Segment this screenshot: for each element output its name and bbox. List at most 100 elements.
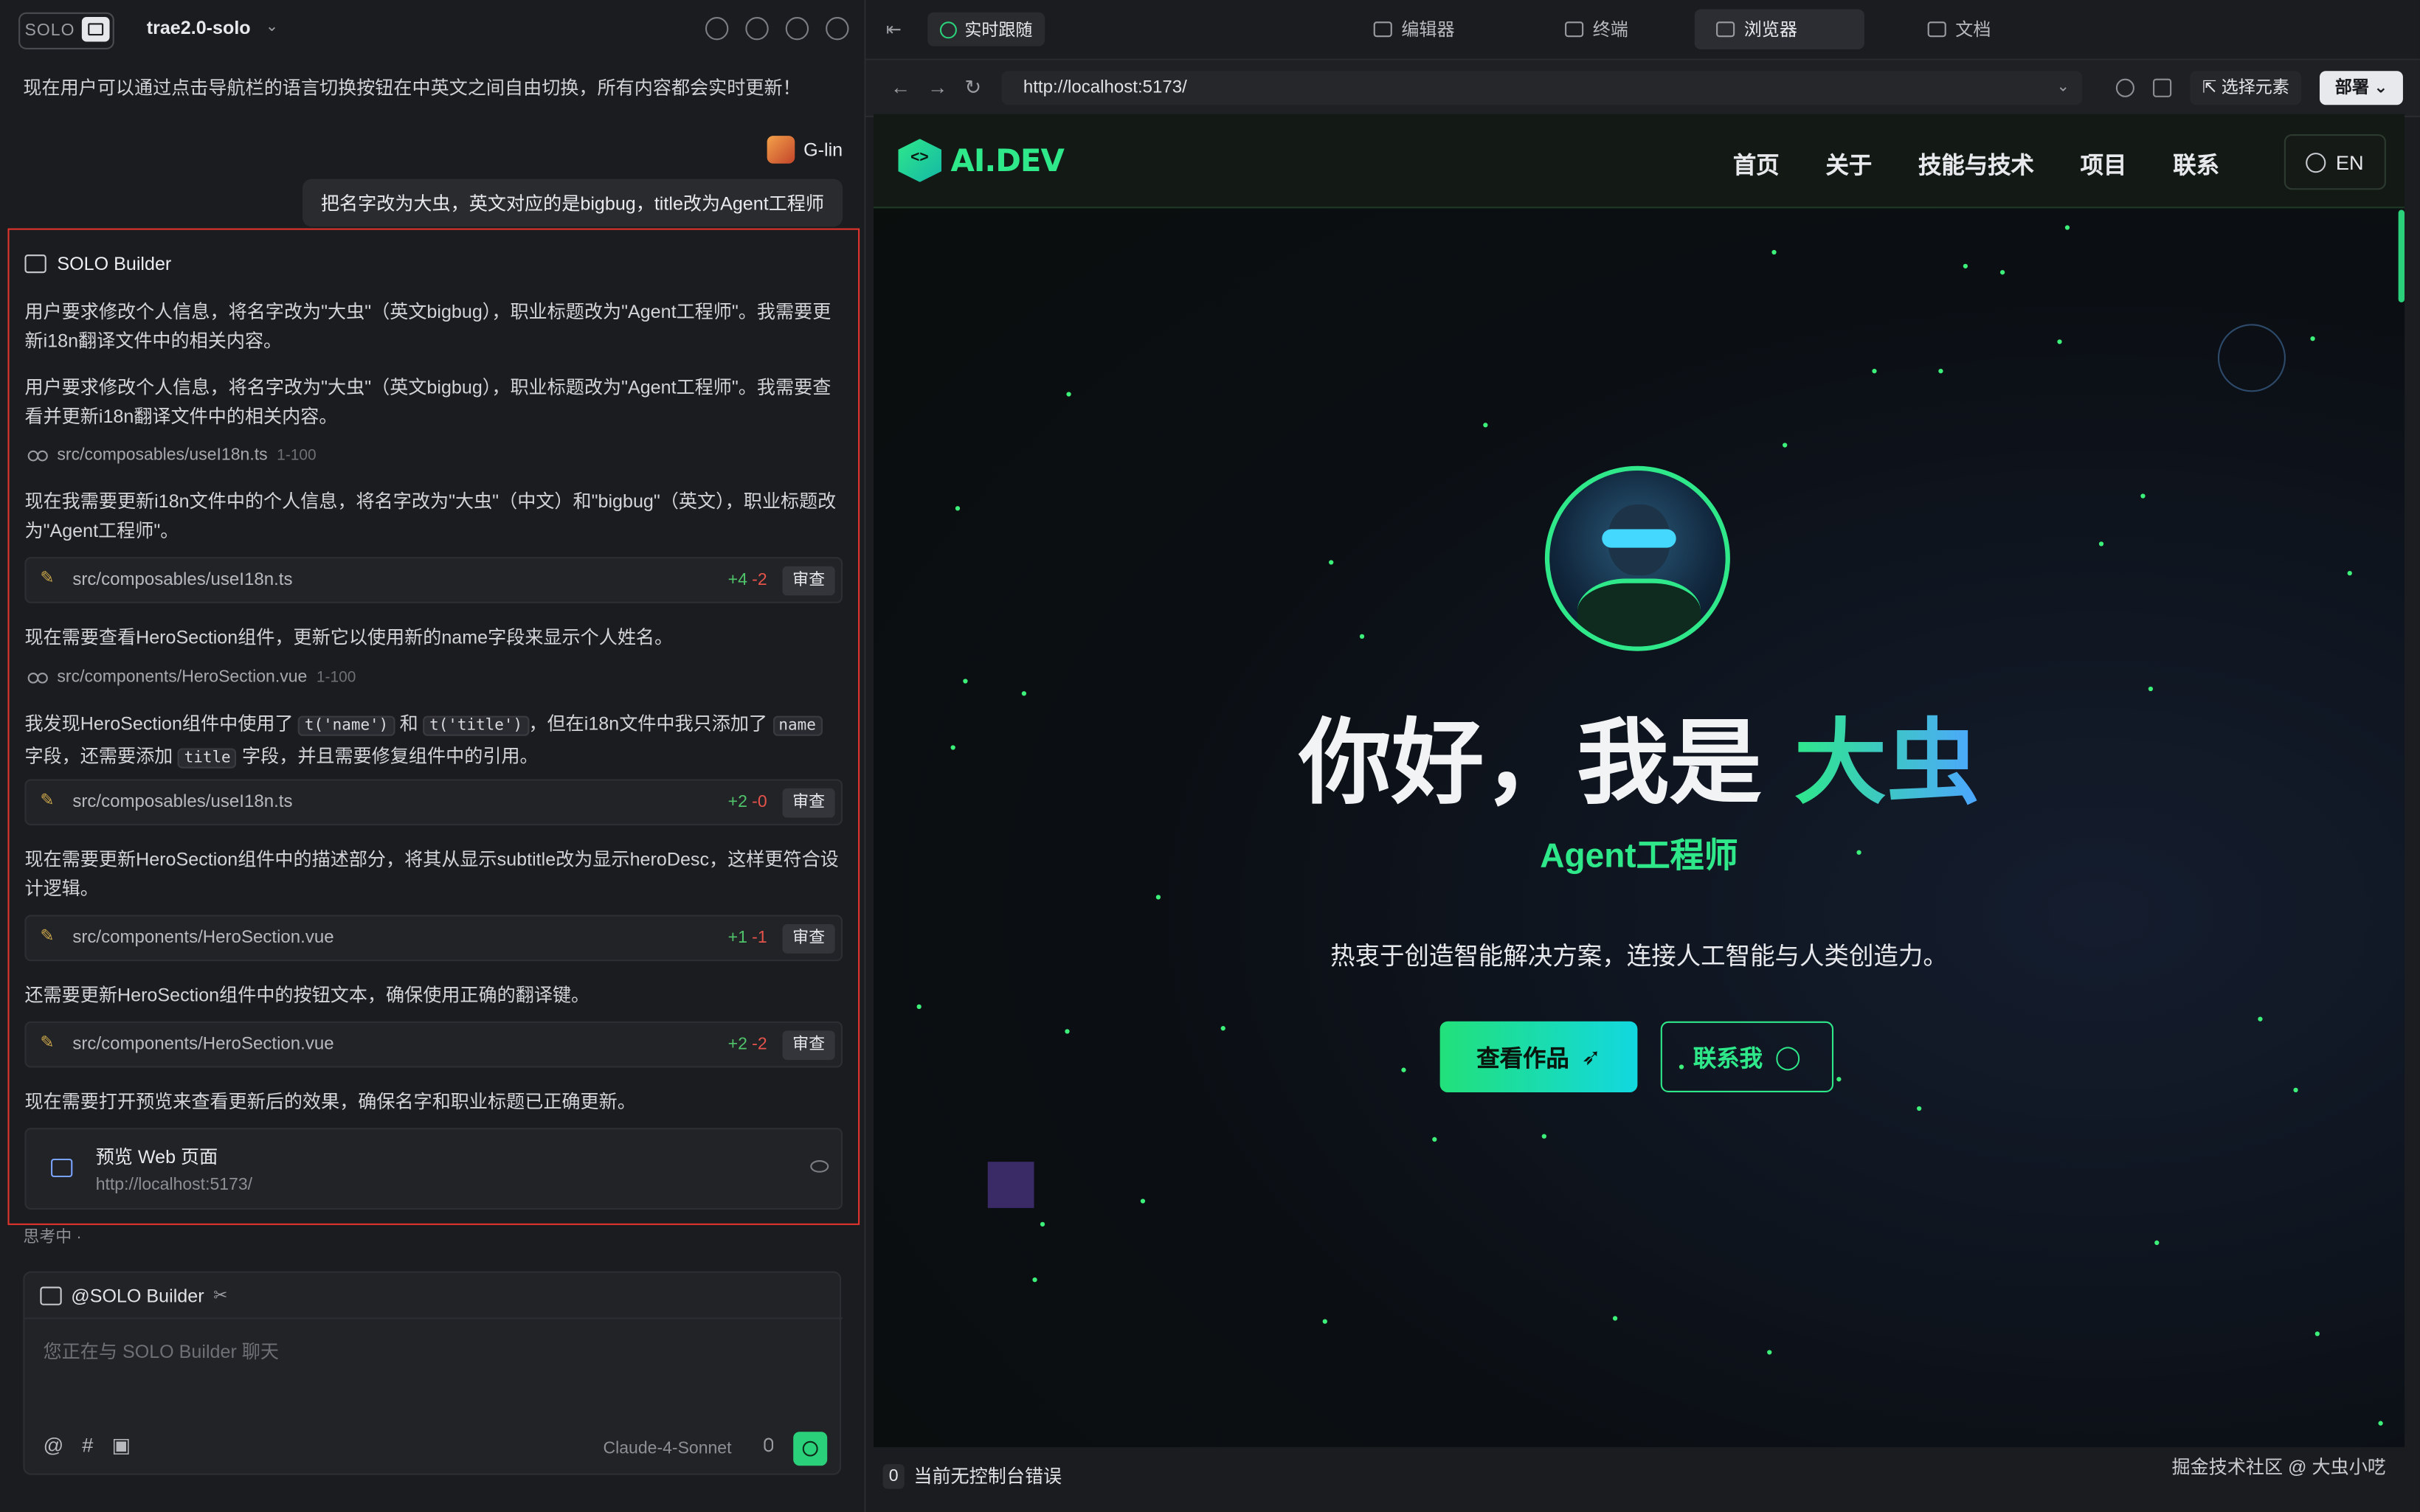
select-element-button[interactable]: ⇱ 选择元素: [2190, 71, 2302, 105]
tools-icon: ✂: [213, 1286, 228, 1305]
tab-editor[interactable]: 编辑器: [1352, 10, 1476, 49]
star-decoration: [1401, 1067, 1406, 1072]
builder-icon: [40, 1286, 62, 1305]
url-text: http://localhost:5173/: [1023, 78, 1187, 97]
diff-added: +1: [727, 929, 747, 948]
user-message: 把名字改为大虫，英文对应的是bigbug，title改为Agent工程师: [302, 178, 843, 227]
solo-icon: [81, 17, 110, 42]
review-button[interactable]: 审查: [782, 1030, 835, 1061]
star-decoration: [2293, 1087, 2298, 1092]
user-header: G-lin: [766, 136, 843, 164]
star-decoration: [1917, 1106, 1922, 1112]
star-decoration: [2258, 1016, 2263, 1022]
nav-link-home[interactable]: 首页: [1733, 148, 1780, 181]
forward-icon[interactable]: →: [927, 75, 947, 98]
thought-paragraph: 现在需要更新HeroSection组件中的描述部分，将其从显示subtitle改…: [24, 848, 839, 899]
file-read-row[interactable]: src/components/HeroSection.vue 1-100: [27, 668, 356, 687]
file-read-row[interactable]: src/composables/useI18n.ts 1-100: [27, 446, 317, 465]
console-status-bar: 0 当前无控制台错误 掘金技术社区 @ 大虫小呓: [865, 1447, 2420, 1512]
chevron-down-icon[interactable]: ⌄: [266, 18, 279, 35]
edit-file-path: src/composables/useI18n.ts: [72, 793, 293, 812]
builder-icon: [24, 254, 46, 274]
tab-label: 终端: [1592, 21, 1628, 41]
contact-me-button[interactable]: 联系我 ◯: [1660, 1021, 1834, 1092]
live-follow-toggle[interactable]: 实时跟随: [927, 12, 1045, 46]
star-decoration: [2057, 339, 2062, 344]
inline-code: name: [772, 715, 823, 736]
review-button[interactable]: 审查: [782, 788, 835, 818]
star-decoration: [1767, 1350, 1772, 1355]
text-fragment: ，但在i18n文件中我只添加了: [528, 712, 768, 735]
tab-docs[interactable]: 文档: [1906, 10, 2012, 49]
inline-code: title: [178, 747, 238, 768]
language-label: EN: [2335, 150, 2364, 174]
tab-browser[interactable]: 浏览器: [1694, 9, 1864, 49]
at-mention-icon[interactable]: @: [44, 1433, 64, 1457]
globe-icon: [2306, 152, 2327, 173]
thought-paragraph: 现在需要查看HeroSection组件，更新它以使用新的name字段来显示个人姓…: [24, 626, 674, 648]
diff-stats: +4 -2: [728, 571, 767, 589]
diff-removed: -2: [752, 1035, 767, 1054]
preview-card[interactable]: 预览 Web 页面 http://localhost:5173/: [24, 1128, 843, 1210]
review-button[interactable]: 审查: [782, 566, 835, 596]
eye-icon[interactable]: [810, 1160, 829, 1173]
avatar: [766, 136, 795, 164]
chevron-down-icon[interactable]: ⌄: [2057, 71, 2070, 105]
console-error-count[interactable]: 0: [882, 1464, 905, 1489]
star-decoration: [1040, 1221, 1045, 1227]
nav-link-skills[interactable]: 技能与技术: [1918, 148, 2034, 181]
agent-mention[interactable]: @SOLO Builder ✂: [24, 1273, 843, 1319]
thought-paragraph: 现在我需要更新i18n文件中的个人信息，将名字改为"大虫"（中文）和"bigbu…: [24, 490, 837, 541]
star-decoration: [1836, 1077, 1842, 1082]
reload-icon[interactable]: ↻: [964, 75, 981, 100]
model-selector[interactable]: Claude-4-Sonnet: [604, 1440, 732, 1458]
responsive-icon[interactable]: [2153, 78, 2172, 97]
image-icon[interactable]: ▣: [112, 1433, 131, 1457]
live-icon: [939, 21, 957, 38]
console-status-text: 当前无控制台错误: [913, 1466, 1062, 1488]
file-edit-card[interactable]: src/components/HeroSection.vue +2 -2 审查: [24, 1021, 843, 1068]
diff-added: +2: [727, 793, 747, 812]
file-edit-card[interactable]: src/composables/useI18n.ts +2 -0 审查: [24, 779, 843, 826]
gear-icon[interactable]: [785, 17, 809, 41]
avatar-body: [1577, 578, 1701, 647]
language-switch-button[interactable]: EN: [2284, 133, 2386, 190]
nav-link-projects[interactable]: 项目: [2081, 148, 2127, 181]
microphone-icon[interactable]: [759, 1438, 778, 1460]
diff-stats: +2 -2: [728, 1036, 767, 1054]
chat-input[interactable]: 您正在与 SOLO Builder 聊天: [44, 1338, 279, 1364]
star-decoration: [2347, 570, 2352, 576]
text-fragment: 字段，并且需要修复组件中的引用。: [242, 744, 539, 766]
star-decoration: [1963, 263, 1968, 268]
avatar-visor: [1602, 529, 1676, 548]
collapse-sidebar-icon[interactable]: ⇤: [886, 18, 902, 40]
nav-link-about[interactable]: 关于: [1825, 148, 1872, 181]
edit-file-path: src/composables/useI18n.ts: [72, 570, 293, 590]
address-bar[interactable]: http://localhost:5173/ ⌄: [1001, 71, 2082, 105]
diff-added: +4: [727, 570, 747, 590]
file-edit-card[interactable]: src/components/HeroSection.vue +1 -1 审查: [24, 915, 843, 962]
history-icon[interactable]: [745, 17, 769, 41]
back-icon[interactable]: ←: [891, 75, 910, 98]
devtools-icon[interactable]: [2115, 78, 2134, 97]
site-logo[interactable]: AI.DEV: [898, 139, 1065, 182]
send-button[interactable]: [793, 1432, 828, 1466]
deploy-button[interactable]: 部署 ⌄: [2319, 71, 2404, 105]
cursor-icon: ⇱: [2202, 78, 2222, 97]
star-decoration: [1999, 270, 2005, 275]
file-edit-card[interactable]: src/composables/useI18n.ts +4-2 审查: [24, 557, 843, 603]
select-element-label: 选择元素: [2221, 78, 2289, 97]
view-work-button[interactable]: 查看作品 ➶: [1439, 1021, 1638, 1092]
profile-avatar: [1544, 465, 1730, 651]
edit-file-path: src/components/HeroSection.vue: [72, 1035, 334, 1054]
hash-icon[interactable]: #: [82, 1433, 93, 1457]
read-file-range: 1-100: [277, 446, 317, 464]
tab-terminal[interactable]: 终端: [1543, 10, 1650, 49]
review-button[interactable]: 审查: [782, 923, 835, 954]
new-chat-icon[interactable]: [705, 17, 729, 41]
account-icon[interactable]: [826, 17, 849, 41]
project-name[interactable]: trae2.0-solo: [147, 17, 251, 38]
scrollbar[interactable]: [2398, 209, 2405, 302]
solo-mode-toggle[interactable]: SOLO: [18, 12, 114, 49]
nav-link-contact[interactable]: 联系: [2173, 148, 2219, 181]
